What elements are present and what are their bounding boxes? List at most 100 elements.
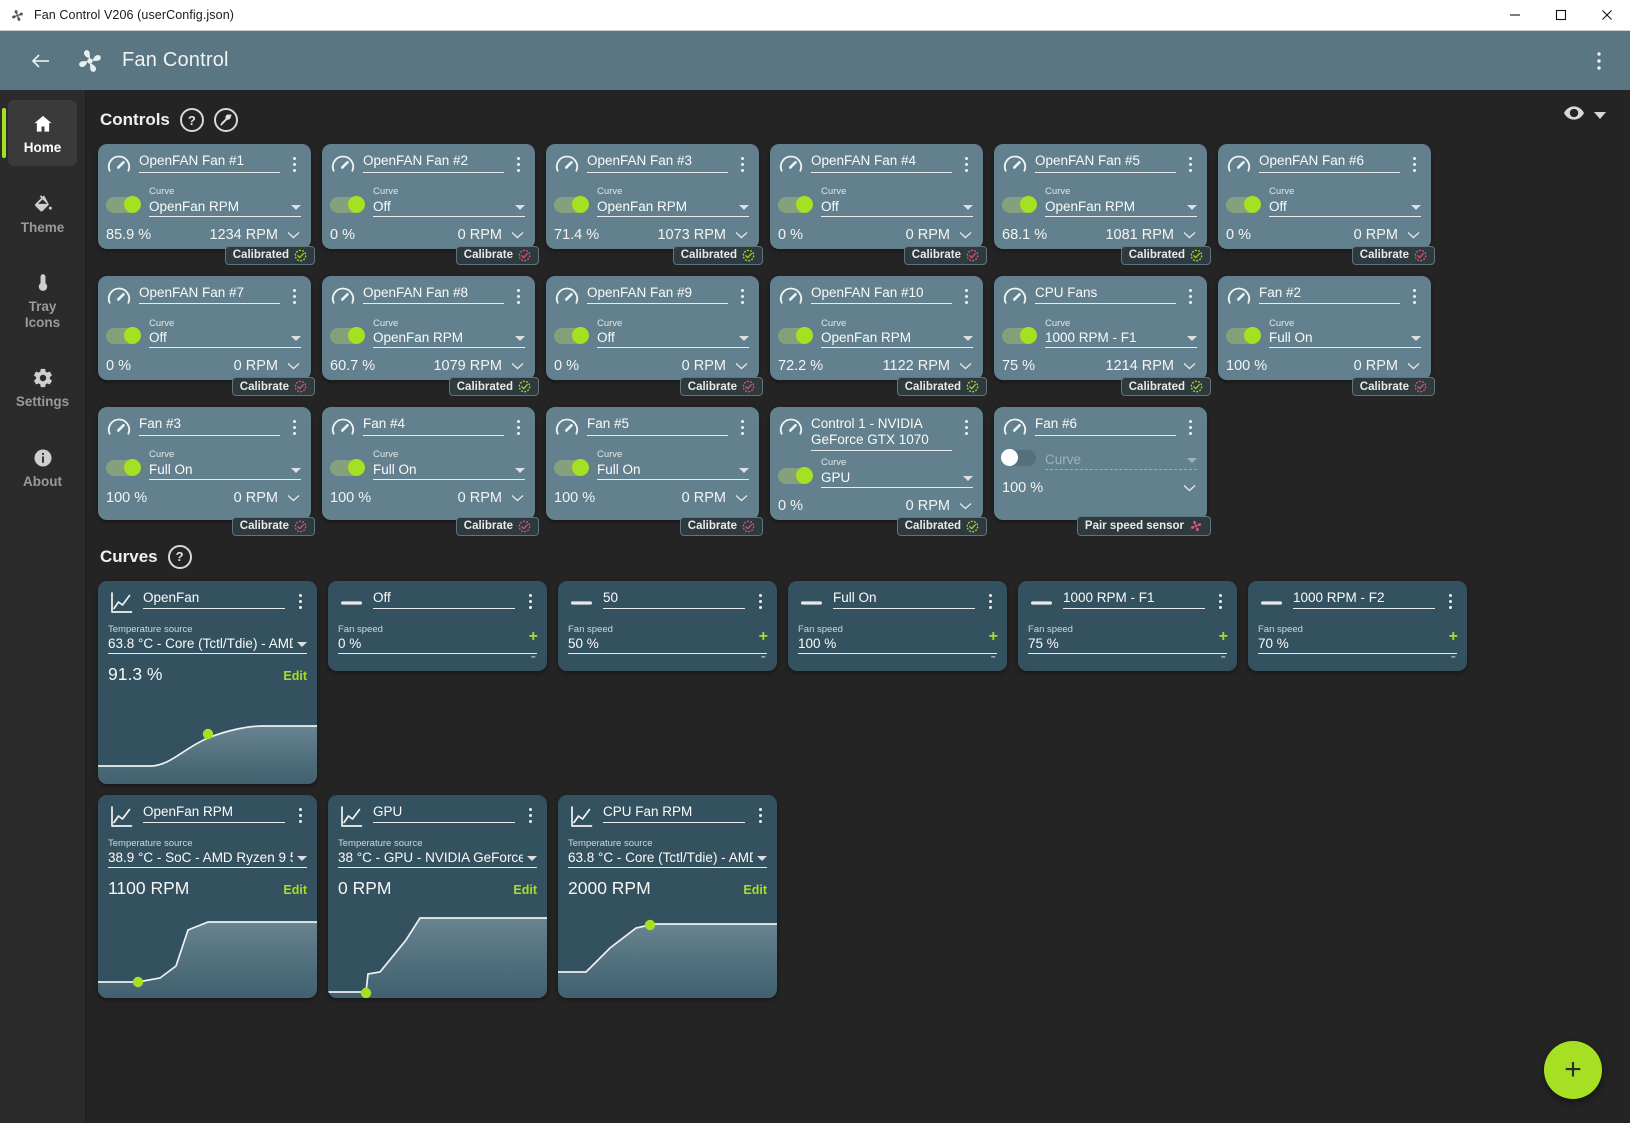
back-arrow-icon[interactable]	[24, 44, 58, 78]
stepper-increment-button[interactable]: +	[529, 628, 538, 644]
window-close-button[interactable]	[1584, 0, 1630, 31]
chevron-down-icon[interactable]	[1411, 204, 1421, 210]
control-kebab-menu-icon[interactable]	[959, 157, 973, 172]
curve-card[interactable]: Full On Fan speed 100 % + -	[788, 580, 1007, 671]
stepper-decrement-button[interactable]: -	[1221, 648, 1226, 664]
control-enable-toggle[interactable]	[1002, 327, 1037, 344]
control-enable-toggle[interactable]	[1226, 327, 1261, 344]
curve-card[interactable]: 1000 RPM - F2 Fan speed 70 % + -	[1248, 580, 1467, 671]
fan-speed-stepper[interactable]: + -	[989, 628, 998, 664]
expand-chevron-icon[interactable]	[509, 362, 525, 370]
curve-name[interactable]: CPU Fan RPM	[603, 804, 745, 823]
stepper-increment-button[interactable]: +	[1449, 628, 1458, 644]
chevron-down-icon[interactable]	[1187, 204, 1197, 210]
control-kebab-menu-icon[interactable]	[959, 288, 973, 304]
chevron-down-icon[interactable]	[515, 336, 525, 341]
control-curve-select[interactable]: Curve Off	[821, 187, 973, 217]
sidebar-item-tray-icons[interactable]: Tray Icons	[8, 259, 77, 340]
chevron-down-icon[interactable]	[739, 467, 749, 473]
control-name-field[interactable]: Fan #5	[587, 416, 728, 436]
control-status-badge[interactable]: Calibrate	[455, 245, 539, 265]
control-kebab-menu-icon[interactable]	[1407, 157, 1421, 172]
control-curve-select[interactable]: Curve OpenFan RPM	[373, 318, 525, 348]
control-kebab-menu-icon[interactable]	[1183, 420, 1197, 435]
control-curve-select[interactable]: Curve Off	[149, 318, 301, 348]
control-card[interactable]: Fan #2 Curve Full On 100 % 0 RPM Calibra…	[1218, 275, 1435, 396]
control-status-badge[interactable]: Pair speed sensor	[1076, 515, 1211, 536]
control-card[interactable]: Fan #5 Curve Full On 100 % 0 RPM Calibra…	[546, 407, 763, 536]
eye-icon[interactable]	[1564, 106, 1584, 125]
chevron-down-icon[interactable]	[291, 336, 301, 341]
control-enable-toggle[interactable]	[554, 327, 589, 344]
control-enable-toggle[interactable]	[330, 195, 365, 213]
expand-chevron-icon[interactable]	[285, 362, 301, 370]
curve-kebab-menu-icon[interactable]	[1443, 593, 1457, 609]
fan-speed-stepper[interactable]: + -	[529, 628, 538, 664]
control-status-badge[interactable]: Calibrate	[679, 377, 763, 396]
stepper-decrement-button[interactable]: -	[991, 648, 996, 664]
control-curve-select[interactable]: Curve GPU	[821, 458, 973, 488]
curve-kebab-menu-icon[interactable]	[753, 593, 767, 609]
chevron-down-icon[interactable]	[515, 204, 525, 210]
curve-card[interactable]: OpenFan Temperature source 63.8 °C - Cor…	[98, 580, 317, 784]
control-card[interactable]: Fan #4 Curve Full On 100 % 0 RPM Calibra…	[322, 407, 539, 536]
control-card[interactable]: Control 1 - NVIDIA GeForce GTX 1070 Curv…	[770, 407, 987, 536]
control-name-field[interactable]: Control 1 - NVIDIA GeForce GTX 1070	[811, 416, 952, 452]
chevron-down-icon[interactable]	[739, 336, 749, 341]
stepper-decrement-button[interactable]: -	[1451, 648, 1456, 664]
control-card[interactable]: Fan #3 Curve Full On 100 % 0 RPM Calibra…	[98, 407, 315, 536]
app-menu-kebab-icon[interactable]	[1584, 44, 1614, 78]
control-curve-select[interactable]: Curve Full On	[597, 450, 749, 480]
add-button[interactable]: +	[1544, 1041, 1602, 1099]
chevron-down-icon[interactable]	[757, 856, 767, 862]
expand-chevron-icon[interactable]	[733, 231, 749, 239]
curve-source-value[interactable]: 100 %	[798, 636, 997, 651]
control-card[interactable]: OpenFAN Fan #9 Curve Off 0 % 0 RPM Calib…	[546, 275, 763, 396]
control-enable-toggle[interactable]	[330, 327, 365, 344]
control-enable-toggle[interactable]	[106, 458, 141, 476]
control-name-field[interactable]: CPU Fans	[1035, 285, 1176, 305]
curve-card[interactable]: 1000 RPM - F1 Fan speed 75 % + -	[1018, 580, 1237, 671]
control-curve-select[interactable]: Curve Off	[373, 187, 525, 217]
control-kebab-menu-icon[interactable]	[1183, 288, 1197, 304]
curve-card[interactable]: OpenFan RPM Temperature source 38.9 °C -…	[98, 794, 317, 998]
control-card[interactable]: Fan #6 Curve 100 % Pair speed sensor	[994, 407, 1211, 536]
curve-kebab-menu-icon[interactable]	[983, 593, 997, 609]
chevron-down-icon[interactable]	[739, 204, 749, 210]
window-minimize-button[interactable]	[1492, 0, 1538, 31]
curve-name[interactable]: OpenFan RPM	[143, 804, 285, 823]
control-status-badge[interactable]: Calibrated	[896, 516, 987, 536]
control-enable-toggle[interactable]	[330, 458, 365, 476]
curves-help-icon[interactable]: ?	[167, 544, 192, 569]
sidebar-item-theme[interactable]: Theme	[8, 180, 77, 246]
expand-chevron-icon[interactable]	[957, 502, 973, 510]
chevron-down-icon[interactable]	[963, 204, 973, 210]
expand-chevron-icon[interactable]	[957, 231, 973, 239]
control-name-field[interactable]: Fan #3	[139, 416, 280, 436]
control-name-field[interactable]: OpenFAN Fan #10	[811, 285, 952, 305]
control-card[interactable]: OpenFAN Fan #10 Curve OpenFan RPM 72.2 %…	[770, 275, 987, 396]
control-status-badge[interactable]: Calibrate	[1351, 245, 1435, 265]
control-kebab-menu-icon[interactable]	[735, 157, 749, 172]
expand-chevron-icon[interactable]	[1181, 362, 1197, 370]
control-name-field[interactable]: Fan #6	[1035, 416, 1176, 436]
control-card[interactable]: OpenFAN Fan #4 Curve Off 0 % 0 RPM Calib…	[770, 144, 987, 265]
control-status-badge[interactable]: Calibrated	[896, 377, 987, 396]
expand-chevron-icon[interactable]	[509, 494, 525, 502]
curve-source-value[interactable]: 38.9 °C - SoC - AMD Ryzen 9 5900	[108, 850, 293, 865]
fan-speed-stepper[interactable]: + -	[759, 628, 768, 664]
control-curve-select[interactable]: Curve Full On	[149, 450, 301, 480]
control-status-badge[interactable]: Calibrated	[448, 377, 539, 396]
control-card[interactable]: OpenFAN Fan #5 Curve OpenFan RPM 68.1 % …	[994, 144, 1211, 265]
chevron-down-icon[interactable]	[291, 204, 301, 210]
control-name-field[interactable]: Fan #2	[1259, 285, 1400, 305]
control-enable-toggle[interactable]	[106, 195, 141, 213]
sidebar-item-home[interactable]: Home	[2, 100, 77, 166]
curve-kebab-menu-icon[interactable]	[293, 593, 307, 609]
stepper-decrement-button[interactable]: -	[531, 648, 536, 664]
control-status-badge[interactable]: Calibrate	[455, 516, 539, 536]
control-card[interactable]: OpenFAN Fan #7 Curve Off 0 % 0 RPM Calib…	[98, 275, 315, 396]
expand-chevron-icon[interactable]	[1181, 484, 1197, 492]
curve-source-value[interactable]: 50 %	[568, 636, 767, 651]
control-enable-toggle[interactable]	[554, 195, 589, 213]
